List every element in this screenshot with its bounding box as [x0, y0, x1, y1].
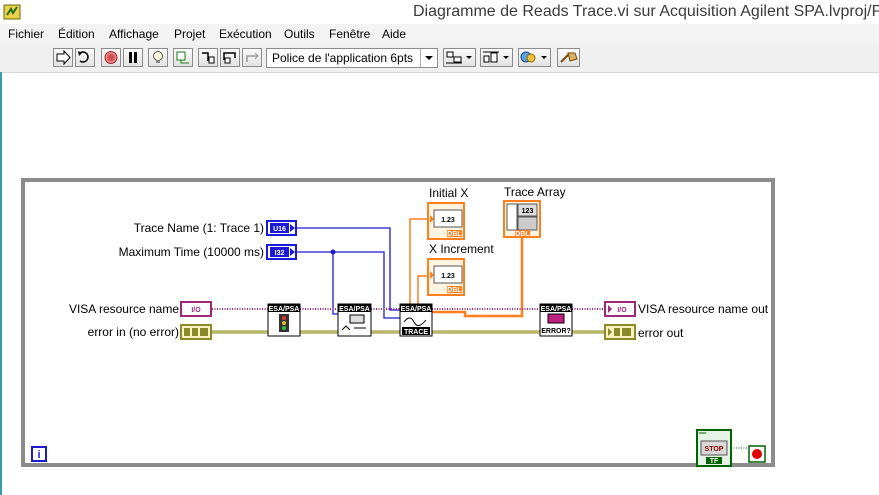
x-increment-indicator[interactable]: 1.23 DBL — [427, 258, 465, 296]
svg-text:TRACE: TRACE — [404, 329, 428, 336]
step-into-icon — [202, 52, 215, 64]
error-in-terminal[interactable] — [180, 324, 212, 340]
initial-x-label: Initial X — [429, 186, 468, 200]
trace-name-label: Trace Name (1: Trace 1) — [134, 221, 264, 235]
reorder-icon — [520, 51, 547, 63]
menu-fichier[interactable]: Fichier — [8, 27, 44, 41]
svg-text:I32: I32 — [275, 250, 285, 257]
menu-projet[interactable]: Projet — [174, 27, 205, 41]
abort-icon — [104, 51, 118, 64]
step-out-icon — [246, 52, 259, 62]
visa-in-label: VISA resource name — [69, 302, 179, 316]
menu-affichage[interactable]: Affichage — [109, 27, 159, 41]
menu-edition[interactable]: Édition — [58, 27, 95, 41]
svg-text:TF: TF — [710, 458, 719, 465]
toolbar: Police de l'application 6pts — [0, 44, 879, 73]
svg-text:DBL: DBL — [447, 231, 462, 238]
subvi-initialize[interactable]: ESA/PSA — [267, 303, 301, 337]
instrument-icon — [349, 314, 365, 324]
stop-sign-icon — [752, 449, 762, 459]
svg-text:1.23: 1.23 — [441, 217, 455, 224]
svg-text:DBL: DBL — [447, 287, 462, 294]
retain-wire-values-button[interactable] — [173, 48, 193, 67]
svg-text:ESA/PSA: ESA/PSA — [269, 306, 300, 313]
svg-text:ESA/PSA: ESA/PSA — [401, 306, 432, 313]
cleanup-diagram-button[interactable] — [557, 48, 580, 67]
svg-text:ESA/PSA: ESA/PSA — [339, 306, 370, 313]
align-objects-button[interactable] — [443, 48, 476, 67]
align-icon — [446, 51, 472, 64]
pause-button[interactable] — [123, 48, 143, 67]
error-query-icon — [547, 313, 565, 324]
chevron-down-icon[interactable] — [420, 49, 437, 67]
svg-text:123: 123 — [522, 208, 534, 215]
run-arrow-icon — [56, 50, 71, 65]
subvi-configure[interactable]: ESA/PSA — [337, 303, 372, 337]
run-button[interactable] — [53, 48, 73, 67]
svg-text:STOP: STOP — [705, 446, 724, 453]
visa-out-terminal[interactable]: I/O — [604, 301, 636, 317]
trace-array-label: Trace Array — [504, 185, 566, 199]
conditional-stop-terminal[interactable] — [748, 445, 766, 463]
retain-wire-icon — [176, 51, 189, 64]
svg-text:U16: U16 — [273, 226, 286, 233]
trace-name-terminal[interactable]: U16 — [266, 220, 297, 236]
window-title: Diagramme de Reads Trace.vi sur Acquisit… — [413, 3, 879, 20]
step-into-button[interactable] — [198, 48, 218, 67]
reorder-button[interactable] — [518, 48, 551, 67]
abort-button[interactable] — [101, 48, 121, 67]
highlight-execution-button[interactable] — [148, 48, 168, 67]
info-icon: i — [37, 449, 40, 461]
labview-vi-icon[interactable] — [3, 3, 21, 21]
svg-text:1.23: 1.23 — [441, 273, 455, 280]
stop-button-terminal[interactable]: STOP TF — [696, 429, 732, 467]
cleanup-icon — [560, 52, 578, 63]
run-continuous-icon — [78, 51, 89, 63]
subvi-error-query[interactable]: ESA/PSA ERROR? — [539, 303, 573, 337]
menu-bar: Fichier Édition Affichage Projet Exécuti… — [0, 24, 879, 44]
error-out-label: error out — [638, 326, 684, 340]
trace-array-indicator[interactable]: 123 DBL — [503, 200, 541, 238]
step-out-button[interactable] — [242, 48, 262, 67]
visa-out-label: VISA resource name out — [638, 302, 769, 316]
step-over-button[interactable] — [220, 48, 240, 67]
svg-text:DBL: DBL — [515, 231, 530, 238]
highlight-bulb-icon — [153, 51, 163, 63]
distribute-objects-button[interactable] — [480, 48, 513, 67]
menu-execution[interactable]: Exécution — [219, 27, 272, 41]
font-dropdown[interactable]: Police de l'application 6pts — [266, 48, 438, 68]
block-diagram[interactable]: Trace Name (1: Trace 1) Maximum Time (10… — [0, 73, 879, 495]
x-increment-label: X Increment — [429, 242, 494, 256]
font-label: Police de l'application 6pts — [272, 51, 414, 65]
title-bar: Diagramme de Reads Trace.vi sur Acquisit… — [0, 0, 879, 24]
pause-icon — [129, 52, 137, 63]
menu-outils[interactable]: Outils — [284, 27, 315, 41]
max-time-terminal[interactable]: I32 — [266, 244, 297, 260]
svg-text:ESA/PSA: ESA/PSA — [541, 306, 572, 313]
error-in-label: error in (no error) — [88, 325, 179, 339]
max-time-label: Maximum Time (10000 ms) — [119, 245, 264, 259]
iteration-terminal[interactable]: i — [31, 446, 47, 462]
visa-in-terminal[interactable]: I/O — [180, 301, 212, 317]
initial-x-indicator[interactable]: 1.23 DBL — [427, 202, 465, 240]
menu-fenetre[interactable]: Fenêtre — [329, 27, 370, 41]
menu-aide[interactable]: Aide — [382, 27, 406, 41]
step-over-icon — [223, 52, 236, 64]
svg-text:I/O: I/O — [191, 307, 201, 314]
svg-text:ERROR?: ERROR? — [541, 328, 571, 335]
subvi-read-trace[interactable]: ESA/PSA TRACE — [399, 303, 433, 337]
run-continuously-button[interactable] — [75, 48, 95, 67]
svg-text:I/O: I/O — [617, 307, 627, 314]
distribute-icon — [483, 51, 509, 63]
error-out-terminal[interactable] — [604, 324, 636, 340]
